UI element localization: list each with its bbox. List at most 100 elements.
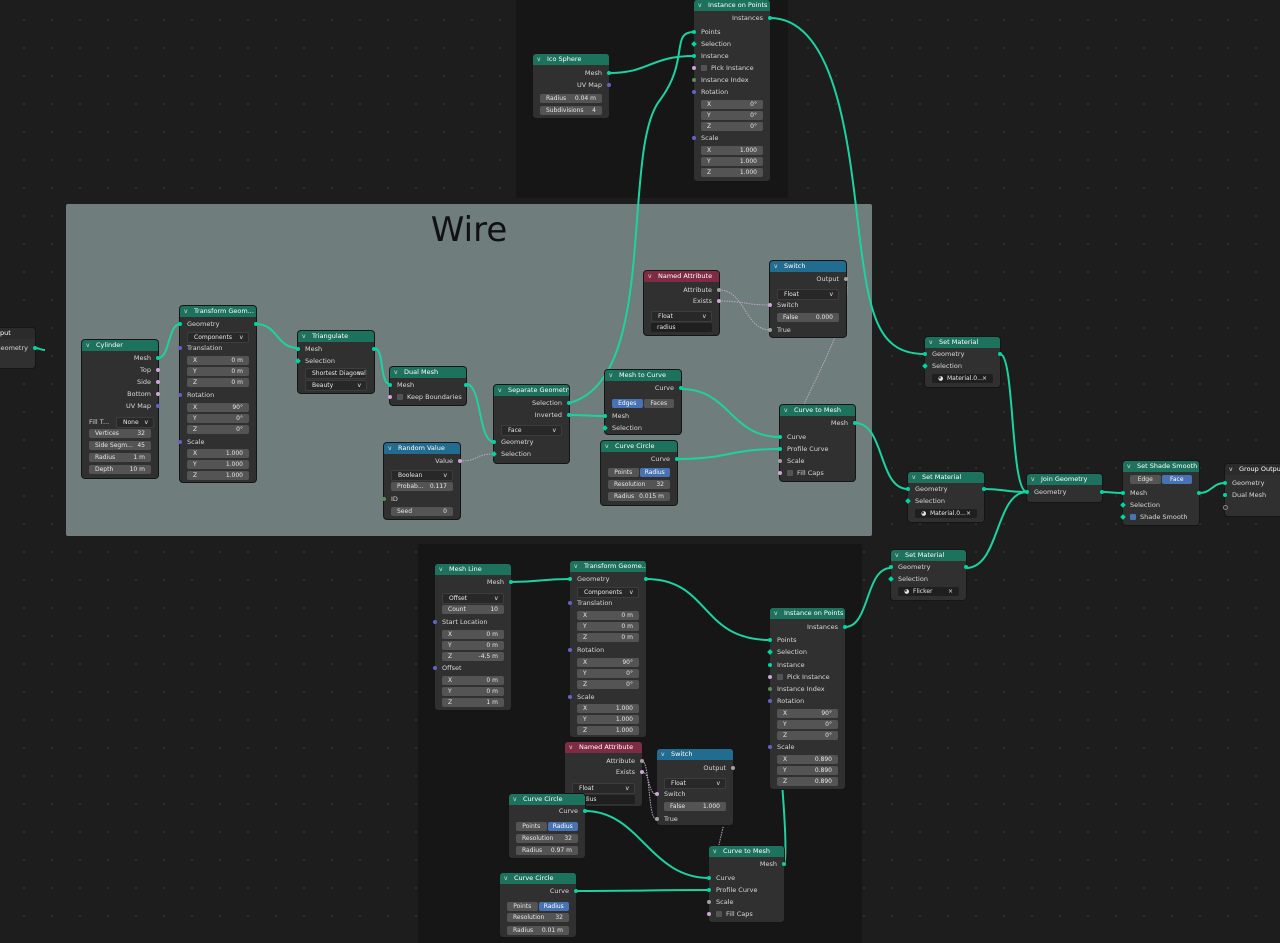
set-material-node[interactable]: v Set Material Geometry Selection ◕ Flicke… xyxy=(888,550,968,600)
translation-x[interactable]: X 0 m xyxy=(187,356,249,365)
switch-socket[interactable] xyxy=(768,303,772,307)
instance-on-points-node[interactable]: v Instance on Points Instances Points Sel… xyxy=(691,0,772,181)
id-socket[interactable] xyxy=(382,497,386,501)
rotation-y[interactable]: Y 0° xyxy=(577,669,639,678)
geometry-out-socket[interactable] xyxy=(982,487,986,491)
profile-curve-socket[interactable] xyxy=(707,888,711,892)
collapse-chevron-icon[interactable]: v xyxy=(537,54,541,65)
mesh-out-socket[interactable] xyxy=(1197,491,1201,495)
rotation-y[interactable]: Y 0° xyxy=(187,414,249,423)
curve-socket[interactable] xyxy=(574,889,578,893)
edges-toggle[interactable]: Edges xyxy=(612,399,643,408)
rotation-z[interactable]: Z 0° xyxy=(187,425,249,434)
transform-geometry-node[interactable]: v Transform Geome... Geometry Components v… xyxy=(568,561,648,737)
translation-socket[interactable] xyxy=(178,346,182,350)
translation-y[interactable]: Y 0 m xyxy=(577,622,639,631)
join-geometry-node[interactable]: v Join Geometry Geometry xyxy=(1025,474,1104,502)
checkbox-icon[interactable] xyxy=(787,470,793,476)
fill-type-dropdown[interactable]: None v xyxy=(116,417,154,428)
rotation-socket[interactable] xyxy=(568,648,572,652)
collapse-chevron-icon[interactable]: v xyxy=(609,370,613,381)
checkbox-icon[interactable] xyxy=(716,911,722,917)
false-field[interactable]: False 0.000 xyxy=(777,313,839,322)
transform-geometry-node[interactable]: v Transform Geom... Geometry Components v … xyxy=(178,306,258,482)
attribute-socket[interactable] xyxy=(717,288,721,292)
pick-instance-socket[interactable] xyxy=(768,675,772,679)
collapse-chevron-icon[interactable]: v xyxy=(439,564,443,575)
translation-socket[interactable] xyxy=(568,601,572,605)
face-toggle[interactable]: Face xyxy=(1161,475,1192,484)
rotation-z[interactable]: Z 0° xyxy=(701,122,763,131)
collapse-chevron-icon[interactable]: v xyxy=(698,0,702,11)
mesh-out-socket[interactable] xyxy=(372,347,376,351)
geometry-out-socket[interactable] xyxy=(964,565,968,569)
geometry-socket[interactable] xyxy=(33,346,37,350)
radius-field[interactable]: Radius 0.04 m xyxy=(540,94,602,103)
start-location-socket[interactable] xyxy=(433,620,437,624)
depth-field[interactable]: Depth 10 m xyxy=(89,465,151,474)
data-type-dropdown[interactable]: Float v xyxy=(651,311,712,322)
checkbox-icon[interactable] xyxy=(397,394,403,400)
scale-socket[interactable] xyxy=(568,695,572,699)
offset-socket[interactable] xyxy=(433,666,437,670)
rotation-x[interactable]: X 90° xyxy=(187,403,249,412)
instance-socket[interactable] xyxy=(768,663,772,667)
set-shade-smooth-node[interactable]: v Set Shade Smooth Edge Face Mesh Selecti… xyxy=(1120,461,1201,525)
true-socket[interactable] xyxy=(768,328,772,332)
fill-caps-socket[interactable] xyxy=(778,471,782,475)
keep-boundaries-checkbox[interactable]: Keep Boundaries xyxy=(388,392,466,402)
clear-icon[interactable]: × xyxy=(982,374,987,383)
scale-socket[interactable] xyxy=(178,440,182,444)
points-socket[interactable] xyxy=(692,30,696,34)
radius-toggle[interactable]: Radius xyxy=(547,822,578,831)
probability-field[interactable]: Probab... 0.117 xyxy=(391,482,453,491)
collapse-chevron-icon[interactable]: v xyxy=(86,340,90,351)
domain-dropdown[interactable]: Face v xyxy=(501,425,562,436)
translation-z[interactable]: Z 0 m xyxy=(577,633,639,642)
collapse-chevron-icon[interactable]: v xyxy=(605,441,609,452)
curve-circle-node[interactable]: v Curve Circle Curve Points Radius Resolu… xyxy=(509,794,587,858)
mesh-line-node[interactable]: v Mesh Line Mesh Offset v Count 10 Start Lo… xyxy=(433,564,513,710)
radius-field[interactable]: Radius 1 m xyxy=(89,453,151,462)
input-type-dropdown[interactable]: Float v xyxy=(664,778,726,789)
curve-socket[interactable] xyxy=(679,386,683,390)
set-material-node[interactable]: v Set Material Geometry Selection ◕ Materi… xyxy=(905,472,986,522)
subdivisions-field[interactable]: Subdivisions 4 xyxy=(540,106,602,115)
scale-x[interactable]: X 1.000 xyxy=(577,704,639,713)
geometry-out-socket[interactable] xyxy=(644,577,648,581)
collapse-chevron-icon[interactable]: v xyxy=(513,794,517,805)
fill-caps-socket[interactable] xyxy=(707,912,711,916)
collapse-chevron-icon[interactable]: v xyxy=(929,337,933,348)
collapse-chevron-icon[interactable]: v xyxy=(498,385,502,396)
faces-toggle[interactable]: Faces xyxy=(643,399,674,408)
scale-y[interactable]: Y 1.000 xyxy=(577,715,639,724)
scale-z[interactable]: Z 1.000 xyxy=(187,471,249,480)
node-editor-canvas[interactable]: Wire put eometry v Cylinder Mesh Top Sid… xyxy=(0,0,1280,943)
attribute-socket[interactable] xyxy=(640,759,644,763)
collapse-chevron-icon[interactable]: v xyxy=(895,550,899,561)
cylinder-node[interactable]: v Cylinder Mesh Top Side Bottom UV Map Fi… xyxy=(82,340,160,478)
switch-socket[interactable] xyxy=(655,792,659,796)
curve-in-socket[interactable] xyxy=(707,876,711,880)
selection-socket[interactable] xyxy=(922,363,928,369)
curve-to-mesh-node[interactable]: v Curve to Mesh Mesh Curve Profile Curve … xyxy=(778,405,857,481)
mesh-in-socket[interactable] xyxy=(603,414,607,418)
exists-socket[interactable] xyxy=(640,770,644,774)
translation-y[interactable]: Y 0 m xyxy=(187,367,249,376)
offset-z[interactable]: Z 1 m xyxy=(442,698,504,707)
selection-socket[interactable] xyxy=(888,576,894,582)
checkbox-icon[interactable] xyxy=(777,674,783,680)
material-selector[interactable]: ◕ Material.0... × xyxy=(932,374,993,383)
instance-index-socket[interactable] xyxy=(692,78,696,82)
ico-sphere-node[interactable]: v Ico Sphere Mesh UV Map Radius 0.04 m Sub… xyxy=(533,54,611,118)
attribute-name-input[interactable]: radius xyxy=(651,323,712,332)
rotation-socket[interactable] xyxy=(692,90,696,94)
collapse-chevron-icon[interactable]: v xyxy=(184,306,188,317)
mode-dropdown[interactable]: Offset v xyxy=(442,593,504,604)
scale-z[interactable]: Z 0.890 xyxy=(777,777,838,786)
instance-index-socket[interactable] xyxy=(768,687,772,691)
rotation-z[interactable]: Z 0° xyxy=(777,731,838,740)
edge-toggle[interactable]: Edge xyxy=(1130,475,1161,484)
scale-socket[interactable] xyxy=(778,459,782,463)
points-toggle[interactable]: Points xyxy=(608,468,639,477)
